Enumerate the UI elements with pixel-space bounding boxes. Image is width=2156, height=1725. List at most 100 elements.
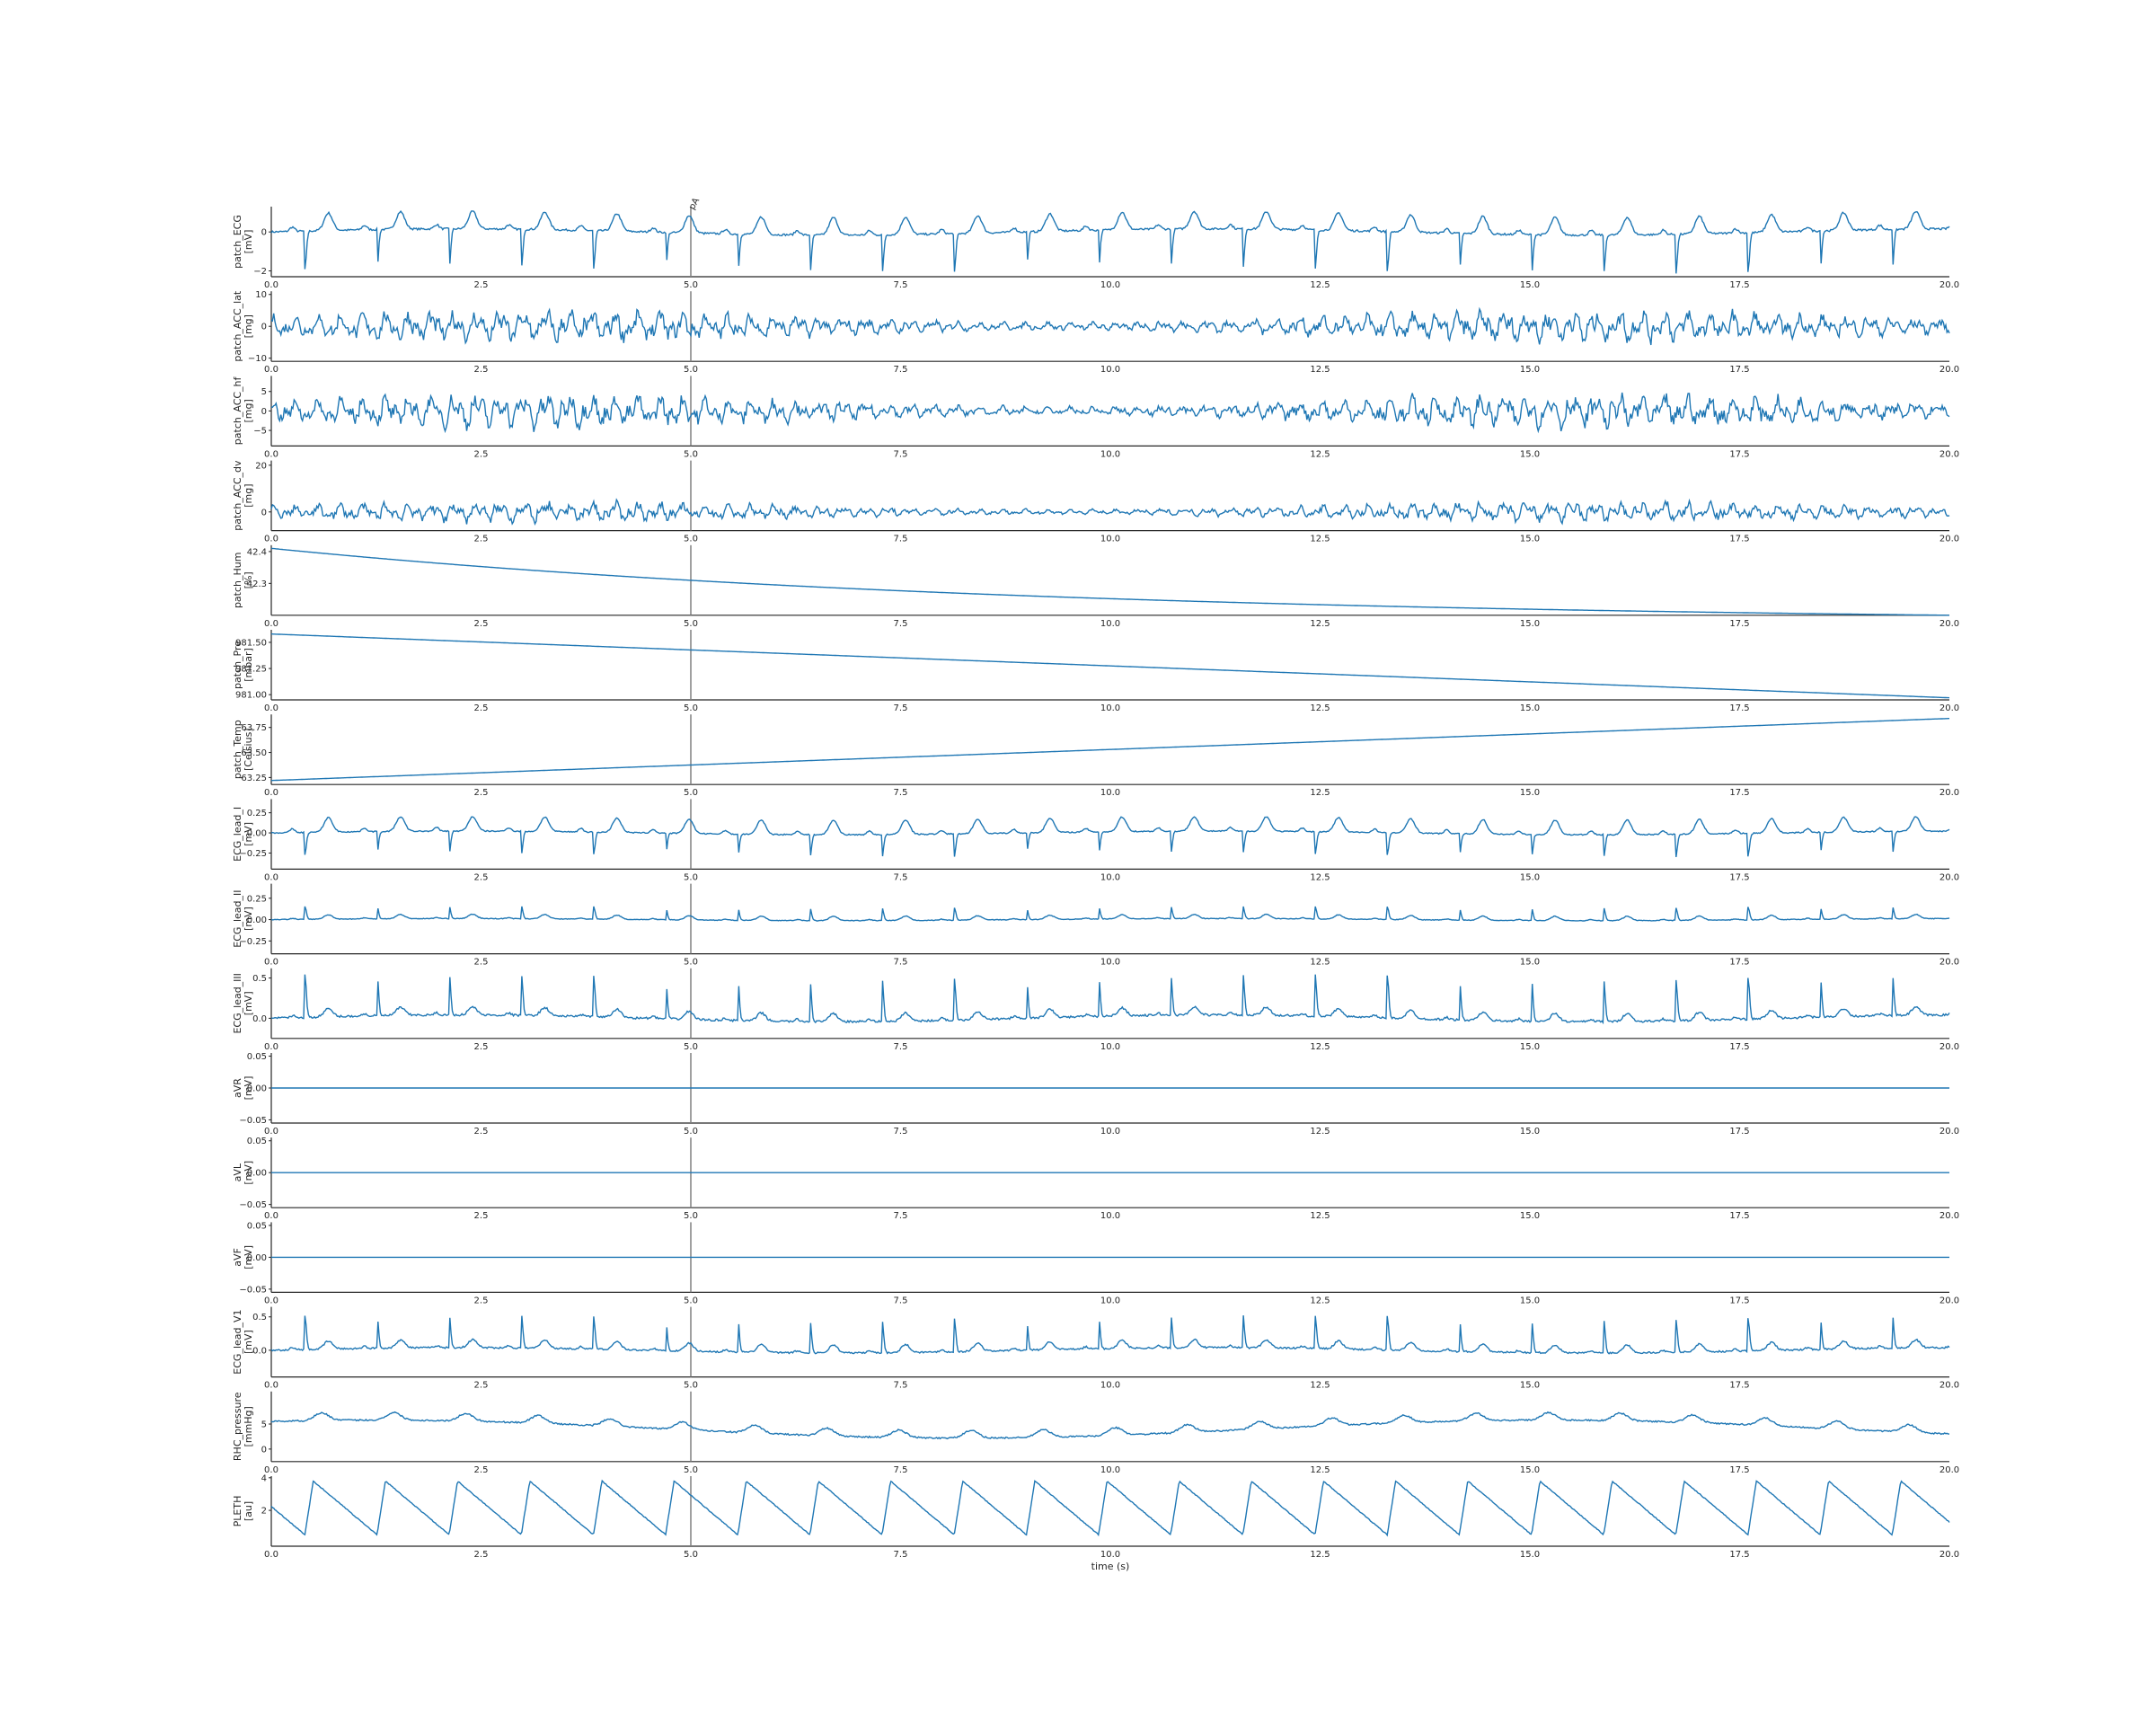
x-tick-label: 17.5 xyxy=(1729,1550,1749,1560)
x-tick-label: 20.0 xyxy=(1940,1127,1959,1137)
x-tick-label: 15.0 xyxy=(1520,449,1540,459)
x-tick-label: 12.5 xyxy=(1310,619,1330,629)
series-line-RHC_pressure xyxy=(270,1411,1949,1440)
x-tick-label: 17.5 xyxy=(1729,619,1749,629)
y-tick-label: 2 xyxy=(261,1507,267,1517)
series-line-ECG_lead_III xyxy=(270,974,1950,1025)
series-line-patch_Pre xyxy=(271,633,1950,699)
x-tick-label: 15.0 xyxy=(1520,1211,1540,1221)
panel-ECG_lead_II: 0.0 2.5 5.0 7.5 10.0 12.5 15.0 17.5 20.0−0.250.0… xyxy=(232,883,1959,968)
x-tick-label: 2.5 xyxy=(474,1042,489,1052)
panel-ECG_lead_III: 0.0 2.5 5.0 7.5 10.0 12.5 15.0 17.5 20.00.00.5EC… xyxy=(232,968,1959,1052)
x-tick-label: 7.5 xyxy=(894,1381,908,1391)
x-tick-label: 15.0 xyxy=(1520,1127,1540,1137)
x-tick-label: 20.0 xyxy=(1940,1381,1959,1391)
x-tick-label: 12.5 xyxy=(1310,1296,1330,1305)
x-tick-label: 0.0 xyxy=(264,872,278,882)
x-tick-label: 2.5 xyxy=(474,1296,489,1305)
x-tick-label: 17.5 xyxy=(1729,1465,1749,1475)
x-tick-label: 7.5 xyxy=(894,619,908,629)
panel-PLETH: 0.0 2.5 5.0 7.5 10.0 12.5 15.0 17.5 20.024PLETH[… xyxy=(232,1473,1959,1560)
x-tick-label: 0.0 xyxy=(264,1127,278,1137)
x-tick-label: 5.0 xyxy=(684,788,698,798)
x-tick-label: 2.5 xyxy=(474,1465,489,1475)
x-tick-label: 12.5 xyxy=(1310,1465,1330,1475)
panels-group: 0.0 2.5 5.0 7.5 10.0 12.5 15.0 17.5 20.0−20patch… xyxy=(232,196,1959,1560)
y-tick-label: 5 xyxy=(261,1420,267,1430)
x-tick-label: 10.0 xyxy=(1100,1042,1120,1052)
x-tick-label: 15.0 xyxy=(1520,280,1540,290)
x-tick-label: 2.5 xyxy=(474,280,489,290)
series-line-patch_ECG xyxy=(270,209,1950,274)
y-axis-label: [%] xyxy=(243,571,254,588)
x-tick-label: 0.0 xyxy=(264,449,278,459)
x-tick-label: 7.5 xyxy=(894,703,908,713)
y-tick-label: −2 xyxy=(253,267,267,277)
x-tick-label: 2.5 xyxy=(474,449,489,459)
y-tick-label: 4 xyxy=(261,1473,267,1483)
series-line-patch_ACC_hf xyxy=(270,392,1950,434)
x-tick-label: 12.5 xyxy=(1310,1550,1330,1560)
x-tick-label: 17.5 xyxy=(1729,1127,1749,1137)
y-axis-label: [mV] xyxy=(243,1245,254,1269)
x-tick-label: 5.0 xyxy=(684,1465,698,1475)
x-tick-label: 5.0 xyxy=(684,280,698,290)
x-tick-label: 12.5 xyxy=(1310,280,1330,290)
x-tick-label: 5.0 xyxy=(684,1296,698,1305)
x-tick-label: 20.0 xyxy=(1940,365,1959,375)
y-axis-label: [mV] xyxy=(243,991,254,1015)
y-tick-label: 0.0 xyxy=(252,1346,267,1356)
panel-patch_Pre: 0.0 2.5 5.0 7.5 10.0 12.5 15.0 17.5 20.0981.0098… xyxy=(232,630,1959,713)
x-tick-label: 5.0 xyxy=(684,619,698,629)
x-tick-label: 15.0 xyxy=(1520,703,1540,713)
x-tick-label: 10.0 xyxy=(1100,1296,1120,1305)
x-tick-label: 17.5 xyxy=(1729,788,1749,798)
y-axis-label: [mV] xyxy=(243,907,254,931)
x-tick-label: 10.0 xyxy=(1100,703,1120,713)
x-tick-label: 7.5 xyxy=(894,872,908,882)
x-tick-label: 20.0 xyxy=(1940,449,1959,459)
x-tick-label: 20.0 xyxy=(1940,1042,1959,1052)
y-tick-label: 0.25 xyxy=(247,894,267,904)
y-axis-label: [mV] xyxy=(243,230,254,254)
x-tick-label: 2.5 xyxy=(474,958,489,968)
y-axis-label: [mg] xyxy=(243,483,254,507)
series-line-patch_Temp xyxy=(271,718,1949,782)
y-tick-label: −0.05 xyxy=(239,1200,267,1210)
x-axis-label: time (s) xyxy=(1091,1561,1130,1572)
x-tick-label: 10.0 xyxy=(1100,449,1120,459)
x-tick-label: 5.0 xyxy=(684,365,698,375)
x-tick-label: 7.5 xyxy=(894,365,908,375)
x-tick-label: 7.5 xyxy=(894,958,908,968)
x-tick-label: 2.5 xyxy=(474,535,489,544)
x-tick-label: 7.5 xyxy=(894,1296,908,1305)
x-tick-label: 0.0 xyxy=(264,1381,278,1391)
multi-panel-signal-figure: 0.0 2.5 5.0 7.5 10.0 12.5 15.0 17.5 20.0−20patch… xyxy=(232,196,1959,1572)
x-tick-label: 15.0 xyxy=(1520,958,1540,968)
x-tick-label: 20.0 xyxy=(1940,1211,1959,1221)
x-tick-label: 7.5 xyxy=(894,1042,908,1052)
x-tick-label: 20.0 xyxy=(1940,1296,1959,1305)
x-tick-label: 15.0 xyxy=(1520,788,1540,798)
x-tick-label: 7.5 xyxy=(894,1465,908,1475)
x-tick-label: 10.0 xyxy=(1100,1465,1120,1475)
x-tick-label: 7.5 xyxy=(894,1550,908,1560)
x-tick-label: 2.5 xyxy=(474,1127,489,1137)
x-tick-label: 20.0 xyxy=(1940,872,1959,882)
x-tick-label: 7.5 xyxy=(894,535,908,544)
event-marker-label: pA xyxy=(687,196,702,211)
y-tick-label: −0.05 xyxy=(239,1285,267,1295)
x-tick-label: 0.0 xyxy=(264,788,278,798)
x-tick-label: 17.5 xyxy=(1729,1381,1749,1391)
x-tick-label: 20.0 xyxy=(1940,958,1959,968)
x-tick-label: 17.5 xyxy=(1729,1042,1749,1052)
y-tick-label: 0.0 xyxy=(252,1014,267,1024)
y-tick-label: 981.00 xyxy=(235,691,267,701)
x-tick-label: 5.0 xyxy=(684,958,698,968)
x-tick-label: 17.5 xyxy=(1729,449,1749,459)
x-tick-label: 5.0 xyxy=(684,703,698,713)
x-tick-label: 15.0 xyxy=(1520,535,1540,544)
x-tick-label: 10.0 xyxy=(1100,958,1120,968)
x-tick-label: 10.0 xyxy=(1100,1381,1120,1391)
x-tick-label: 17.5 xyxy=(1729,1296,1749,1305)
